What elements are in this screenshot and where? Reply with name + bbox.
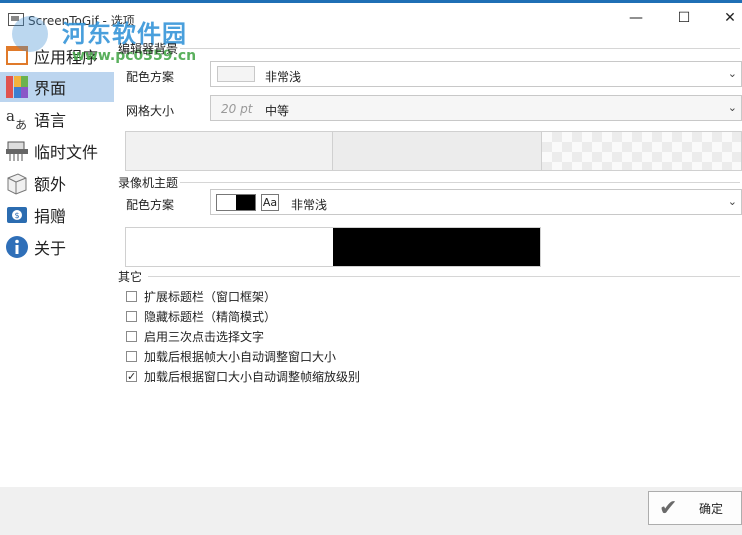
editor-grid-size: 20 pt [221,102,253,116]
minimize-button[interactable]: — [616,3,656,33]
recorder-preview-dark [333,228,540,266]
recorder-scheme-swatch [216,194,256,211]
chevron-down-icon: ⌄ [727,101,737,114]
option-extend-titlebar[interactable]: 扩展标题栏（窗口框架） [126,287,276,305]
sidebar-item-temp[interactable]: 临时文件 [0,136,114,166]
sidebar-item-label: 额外 [34,175,67,194]
checkbox[interactable] [126,310,137,322]
preview-light-panel [126,132,333,170]
editor-scheme-swatch [217,66,255,82]
info-icon [5,235,29,259]
footer-bar [0,487,742,535]
sidebar-item-language[interactable]: aあ 语言 [0,104,114,134]
recorder-section-title: 录像机主题 [118,176,179,190]
sidebar-item-label: 界面 [34,79,67,98]
language-icon: aあ [5,107,29,132]
option-label: 加载后根据窗口大小自动调整帧缩放级别 [144,369,361,384]
watermark-logo [12,16,48,52]
preview-medium-panel [333,132,542,170]
ok-button[interactable]: ✔ 确定 [648,491,742,525]
option-hide-titlebar[interactable]: 隐藏标题栏（精简模式） [126,307,276,325]
option-auto-window-size[interactable]: 加载后根据帧大小自动调整窗口大小 [126,347,336,365]
option-auto-zoom[interactable]: ✓ 加载后根据窗口大小自动调整帧缩放级别 [126,367,360,385]
sidebar-item-label: 关于 [34,239,67,258]
shredder-icon [5,139,29,163]
checkbox[interactable] [126,330,137,342]
sidebar-item-extras[interactable]: 额外 [0,168,114,198]
sidebar-item-label: 捐赠 [34,207,67,226]
chevron-down-icon: ⌄ [727,67,737,80]
checkmark-icon: ✔ [659,495,678,521]
sidebar: 应用程序 界面 aあ 语言 临时文件 额外 $ 捐赠 关于 [0,36,114,276]
other-section-title: 其它 [118,270,143,284]
donate-icon: $ [5,203,29,227]
svg-text:a: a [6,107,15,125]
other-section-divider [148,276,740,277]
svg-text:あ: あ [15,118,27,131]
option-label: 启用三次点击选择文字 [144,329,265,344]
option-triple-click[interactable]: 启用三次点击选择文字 [126,327,264,345]
recorder-scheme-select[interactable]: Aa 非常浅 ⌄ [210,189,742,215]
editor-scheme-value: 非常浅 [265,70,302,84]
sidebar-item-donate[interactable]: $ 捐赠 [0,200,114,230]
option-label: 扩展标题栏（窗口框架） [144,289,277,304]
recorder-section-divider [180,182,740,183]
checkbox-checked[interactable]: ✓ [126,370,137,382]
svg-text:$: $ [15,211,20,220]
editor-scheme-select[interactable]: 非常浅 ⌄ [210,61,742,87]
recorder-scheme-label: 配色方案 [126,198,175,212]
color-grid-icon [5,75,29,99]
editor-section-divider [180,48,740,49]
editor-scheme-label: 配色方案 [126,70,175,84]
recorder-aa-swatch: Aa [261,194,279,211]
recorder-theme-preview [125,227,541,267]
editor-section-title: 编辑器背景 [118,42,179,56]
close-button[interactable]: ✕ [710,3,742,33]
recorder-preview-light [126,228,333,266]
editor-background-preview [125,131,742,171]
sidebar-item-label: 临时文件 [34,143,99,162]
editor-grid-select[interactable]: 20 pt 中等 ⌄ [210,95,742,121]
option-label: 加载后根据帧大小自动调整窗口大小 [144,349,337,364]
recorder-scheme-value: 非常浅 [291,198,328,212]
checkbox[interactable] [126,350,137,362]
maximize-button[interactable]: ☐ [664,3,704,33]
preview-checker-panel [542,132,741,170]
option-label: 隐藏标题栏（精简模式） [144,309,277,324]
cube-icon [5,171,29,195]
chevron-down-icon: ⌄ [727,195,737,208]
sidebar-item-interface[interactable]: 界面 [0,72,114,102]
editor-grid-value: 中等 [265,104,290,118]
sidebar-item-about[interactable]: 关于 [0,232,114,262]
sidebar-item-label: 语言 [34,111,67,130]
ok-button-label: 确定 [699,501,724,516]
editor-grid-label: 网格大小 [126,104,175,118]
checkbox[interactable] [126,290,137,302]
